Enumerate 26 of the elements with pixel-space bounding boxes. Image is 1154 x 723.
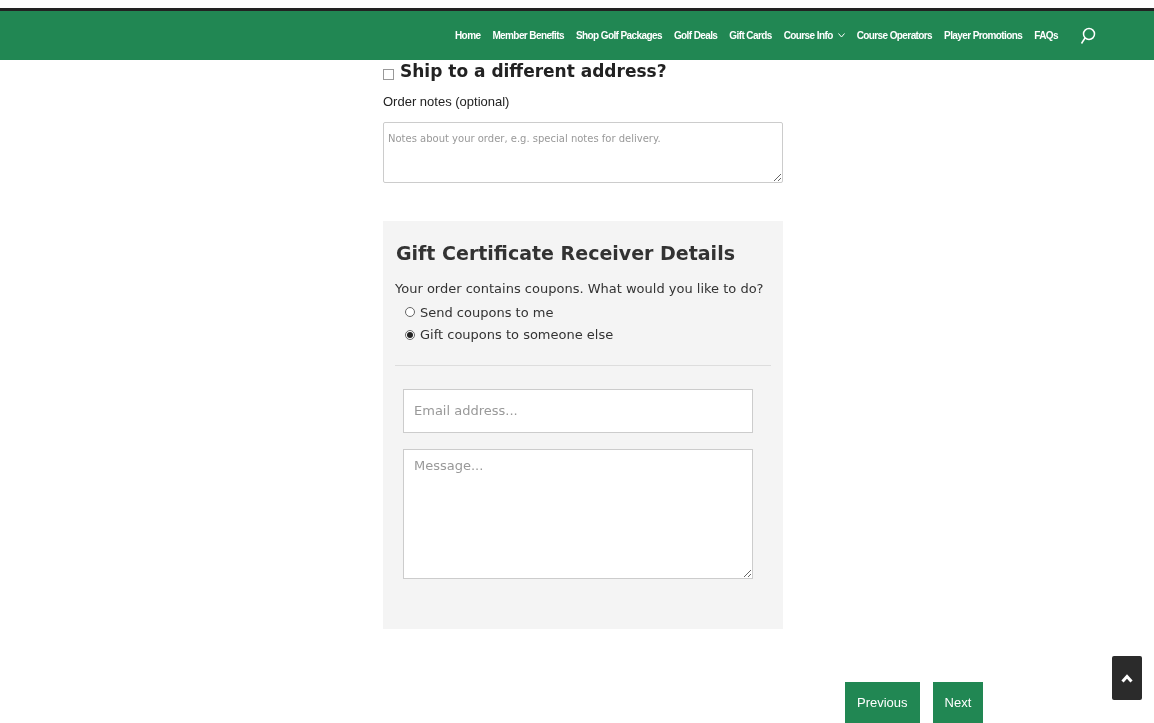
scroll-to-top-button[interactable] [1112,656,1142,700]
nav-link[interactable]: Home [455,28,481,43]
previous-button[interactable]: Previous [845,682,920,723]
nav-link[interactable]: Course Operators [856,28,933,43]
order-notes-label: Order notes (optional) [383,93,511,111]
nav-link[interactable]: Course Info [783,28,845,43]
message-field[interactable]: Message... [403,448,753,579]
option-label: Gift coupons to someone else [420,326,614,344]
radio-button[interactable] [405,329,415,340]
panel-title: Gift Certificate Receiver Details [395,240,736,266]
checkbox[interactable] [383,68,394,80]
nav-link[interactable]: FAQs [1034,28,1058,43]
nav-link[interactable]: Member Benefits [492,28,564,43]
email-field[interactable]: Email address... [403,388,753,433]
nav-link[interactable]: Shop Golf Packages [575,28,662,43]
radio-button[interactable] [405,307,415,318]
order-notes-field[interactable]: Notes about your order, e.g. special notes for delivery. [383,121,783,183]
next-button[interactable]: Next [932,682,984,723]
nav-link[interactable]: Gift Cards [729,28,772,43]
nav-link[interactable]: Golf Deals [673,28,718,43]
search-icon[interactable] [1080,26,1096,45]
question-text: Your order contains coupons. What would you like to do? [395,280,765,298]
nav-link[interactable]: Player Promotions [944,28,1023,43]
ship-heading: Ship to a different address? [400,60,667,84]
chevron-up-icon [1121,673,1133,683]
option-label: Send coupons to me [420,303,554,322]
